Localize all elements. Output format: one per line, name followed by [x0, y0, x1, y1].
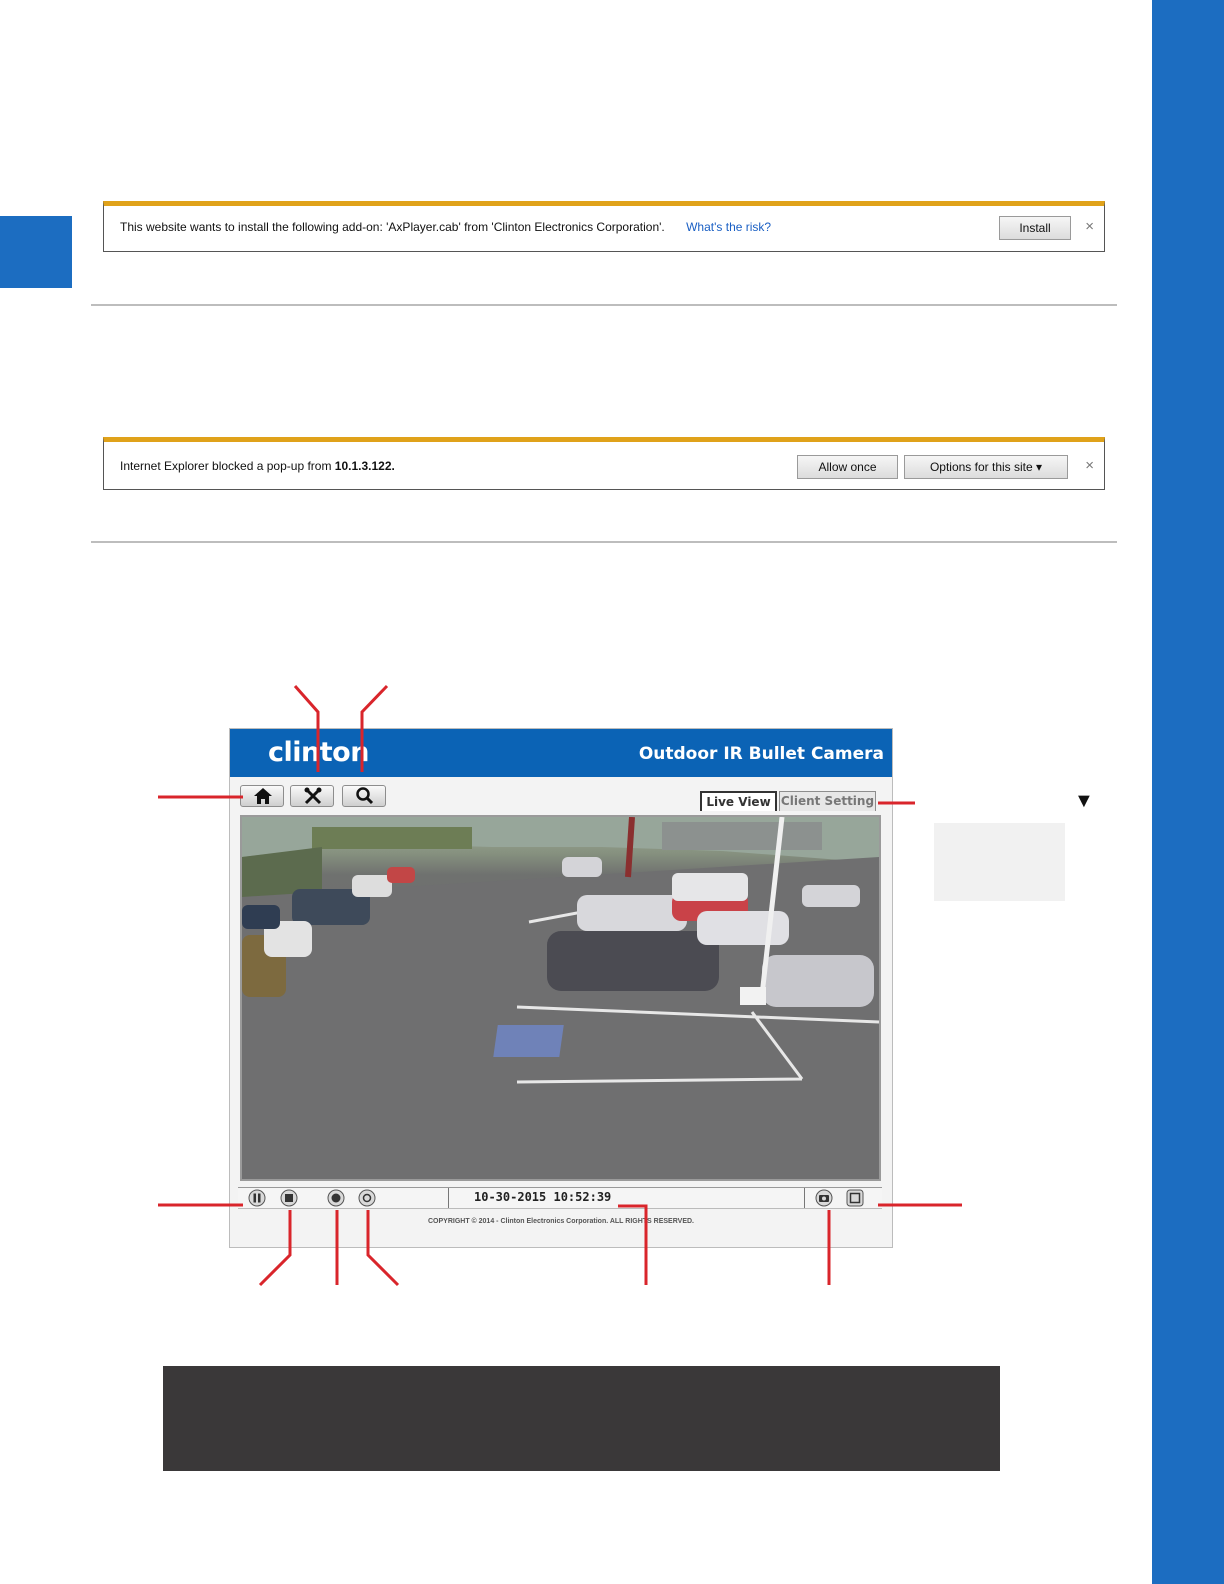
down-triangle-marker: ▼ [1074, 790, 1094, 812]
callout-stop [258, 1210, 292, 1287]
dark-info-panel [163, 1366, 1000, 1471]
callout-audio [366, 1210, 400, 1287]
callout-timestamp [618, 1204, 648, 1285]
callout-search [360, 684, 389, 772]
callout-setup [293, 685, 320, 772]
callout-lines [158, 684, 962, 1287]
note-panel [934, 823, 1065, 901]
